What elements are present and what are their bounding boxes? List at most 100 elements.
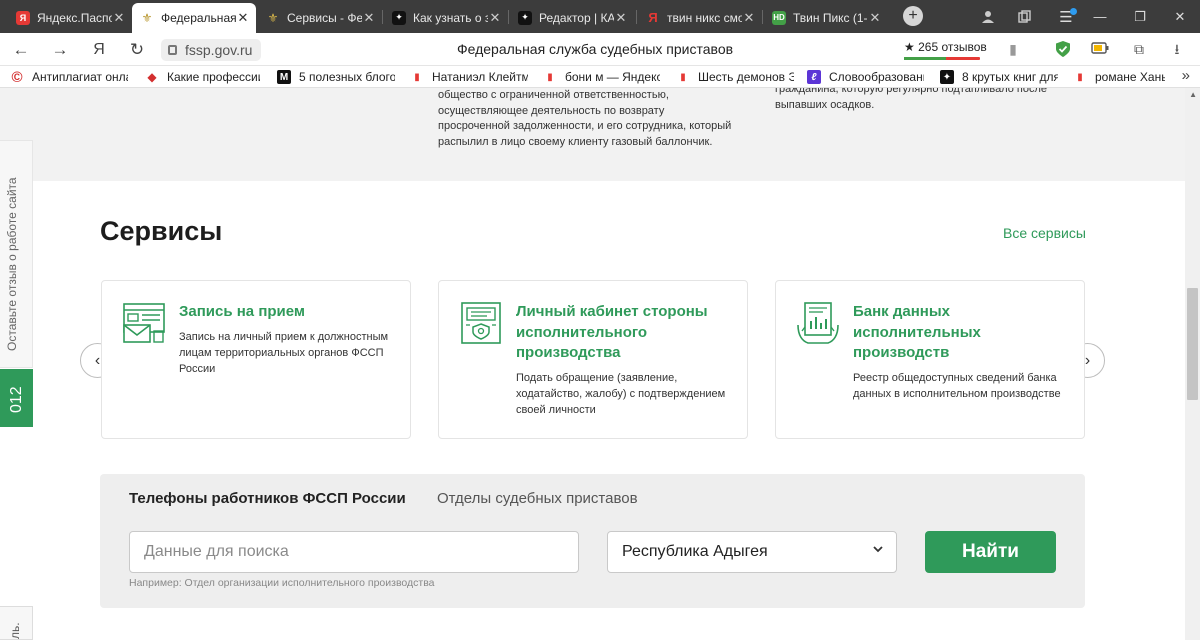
bookmark-item[interactable]: M 5 полезных блогов	[277, 69, 395, 85]
page-title: Федеральная служба судебных приставов	[456, 41, 734, 57]
bookmark-label: 5 полезных блогов	[299, 70, 395, 84]
hd-favicon-icon: HD	[772, 10, 786, 25]
tab-separator	[762, 10, 763, 24]
extensions-icon[interactable]: ⧉	[1130, 40, 1148, 58]
news-line: просроченной задолженности, и его сотруд…	[438, 120, 732, 132]
tab-services[interactable]: ⚜ Сервисы - Федеральная ✕	[258, 4, 382, 31]
bookmark-item[interactable]: ✦ 8 крутых книг для	[940, 69, 1058, 85]
notification-dot	[1070, 8, 1077, 15]
close-tab-icon[interactable]: ✕	[614, 10, 628, 26]
tab-title: Сервисы - Федеральная	[287, 10, 362, 25]
scroll-up-icon[interactable]: ▲	[1189, 90, 1197, 99]
service-card-databank[interactable]: Банк данных исполнительных производств Р…	[775, 280, 1085, 439]
bookmark-label: Натаниэл Клейтман	[432, 70, 528, 84]
page-scrollbar[interactable]: ▲	[1185, 88, 1200, 640]
close-tab-icon[interactable]: ✕	[362, 10, 376, 26]
badge-number: 012	[8, 386, 25, 413]
tab-twin-nix-search[interactable]: Я твин никс смотреть ✕	[638, 4, 762, 31]
news-snippet-left[interactable]: общество с ограниченной ответственностью…	[438, 88, 768, 150]
address-bar: ← → Я ↻ fssp.gov.ru Федеральная служба с…	[0, 33, 1200, 66]
restore-button[interactable]: ❐	[1120, 0, 1160, 33]
tab-title: Федеральная служба	[161, 11, 236, 25]
download-icon[interactable]: ⭳	[1168, 40, 1186, 58]
bookmark-item[interactable]: ▮ бони м — Яндекс	[543, 69, 660, 85]
yandex-home-button[interactable]: Я	[88, 39, 110, 61]
bookmark-item[interactable]: ▮ Натаниэл Клейтман	[410, 69, 528, 85]
tab-title: твин никс смотреть	[667, 10, 742, 25]
region-select[interactable]: Республика Адыгея	[607, 531, 897, 573]
red-bookmark-icon: ▮	[414, 71, 420, 83]
card-title: Банк данных исполнительных производств	[853, 303, 981, 361]
fragment-label: ль.	[8, 622, 22, 639]
bookmark-label: бони м — Яндекс	[565, 70, 660, 84]
red-bookmark-icon: ▮	[1077, 71, 1083, 83]
card-title: Запись на прием	[179, 303, 306, 320]
side-tab-fragment[interactable]: ль.	[0, 606, 33, 640]
close-tab-icon[interactable]: ✕	[488, 10, 502, 26]
bookmark-label: Словообразование	[829, 70, 924, 84]
service-card-personal-cabinet[interactable]: Личный кабинет стороны исполнительного п…	[438, 280, 748, 439]
hotline-012-badge[interactable]: 012	[0, 369, 33, 427]
tab-twin-peaks[interactable]: HD Твин Пикс (1-3 ✕	[764, 4, 888, 31]
tab-yandex-passport[interactable]: Я Яндекс.Паспорт ✕	[8, 4, 132, 31]
tab-title: Твин Пикс (1-3	[793, 10, 868, 25]
reload-button[interactable]: ↻	[126, 39, 148, 61]
bookmark-label: Антиплагиат онлайн	[32, 70, 128, 84]
tab-editor[interactable]: ✦ Редактор | КАКОЙ ✕	[510, 4, 634, 31]
close-tab-icon[interactable]: ✕	[742, 10, 756, 26]
news-line: осуществляющее деятельность по возврату	[438, 104, 665, 117]
news-line: общество с ограниченной ответственностью…	[438, 89, 669, 101]
zen-favicon-icon: ✦	[518, 10, 532, 25]
yandex-favicon-icon: Я	[16, 10, 30, 25]
tab-bailiff-departments[interactable]: Отделы судебных приставов	[437, 490, 638, 507]
forward-button[interactable]: →	[49, 39, 71, 61]
protect-shield-icon[interactable]	[1054, 40, 1072, 58]
new-tab-icon[interactable]: +	[903, 6, 923, 26]
back-button[interactable]: ←	[10, 39, 32, 61]
feedback-side-tab[interactable]: Оставьте отзыв о работе сайта	[0, 140, 33, 368]
tab-title: Редактор | КАКОЙ	[539, 10, 614, 25]
red-bookmark-icon: ▮	[680, 71, 686, 83]
card-description: Запись на личный прием к должностным лиц…	[179, 331, 389, 375]
tab-federal-service[interactable]: ⚜ Федеральная служба ✕	[132, 3, 256, 33]
bookmark-item[interactable]: ◆ Какие профессии	[145, 69, 260, 85]
bookmark-label: 8 крутых книг для	[962, 70, 1058, 84]
tab-debt-info[interactable]: ✦ Как узнать о задолженности ✕	[384, 4, 508, 31]
bookmark-item[interactable]: ▮ Шесть демонов Эмили	[676, 69, 794, 85]
zen-favicon-icon: ✦	[392, 10, 406, 25]
all-services-link[interactable]: Все сервисы	[1003, 225, 1086, 241]
collections-icon[interactable]	[1004, 0, 1044, 33]
lock-icon	[168, 45, 177, 55]
close-tab-icon[interactable]: ✕	[236, 10, 250, 26]
find-button[interactable]: Найти	[925, 531, 1056, 573]
red-bookmark-icon: ▮	[547, 71, 553, 83]
bookmark-item[interactable]: © Антиплагиат онлайн	[10, 69, 128, 85]
close-tab-icon[interactable]: ✕	[112, 10, 126, 26]
antiplagiat-icon: ©	[11, 69, 23, 85]
search-input[interactable]	[129, 531, 579, 573]
bookmark-icon[interactable]: ▮	[1004, 40, 1022, 58]
emblem-favicon-icon: ⚜	[267, 10, 279, 25]
yandex-favicon-icon: Я	[648, 10, 658, 25]
battery-saver-icon[interactable]	[1091, 40, 1109, 58]
close-window-button[interactable]: ✕	[1160, 0, 1200, 33]
tab-title: Яндекс.Паспорт	[37, 10, 112, 25]
scroll-thumb[interactable]	[1187, 288, 1198, 400]
personal-cabinet-icon	[461, 302, 501, 344]
site-reviews-badge[interactable]: ★ 265 отзывов	[896, 38, 988, 60]
diamond-icon: ◆	[147, 70, 157, 84]
tab-employee-phones[interactable]: Телефоны работников ФССП России	[129, 490, 406, 507]
rating-bar	[904, 57, 980, 60]
url-field[interactable]: fssp.gov.ru	[161, 39, 261, 61]
tab-title: Как узнать о задолженности	[413, 10, 488, 25]
services-title: Сервисы	[100, 216, 223, 246]
minimize-button[interactable]: —	[1080, 0, 1120, 33]
close-tab-icon[interactable]: ✕	[868, 10, 882, 26]
bookmark-item[interactable]: ℓ Словообразование	[807, 69, 924, 85]
tab-separator	[636, 10, 637, 24]
news-snippet-right[interactable]: гражданина, которую регулярно подтаплива…	[775, 88, 1075, 113]
service-card-appointment[interactable]: Запись на прием Запись на личный прием к…	[101, 280, 411, 439]
bookmark-item[interactable]: ▮ романе Ханья	[1073, 69, 1165, 85]
profile-icon[interactable]	[968, 0, 1008, 33]
bookmarks-more-icon[interactable]: »	[1182, 67, 1190, 84]
